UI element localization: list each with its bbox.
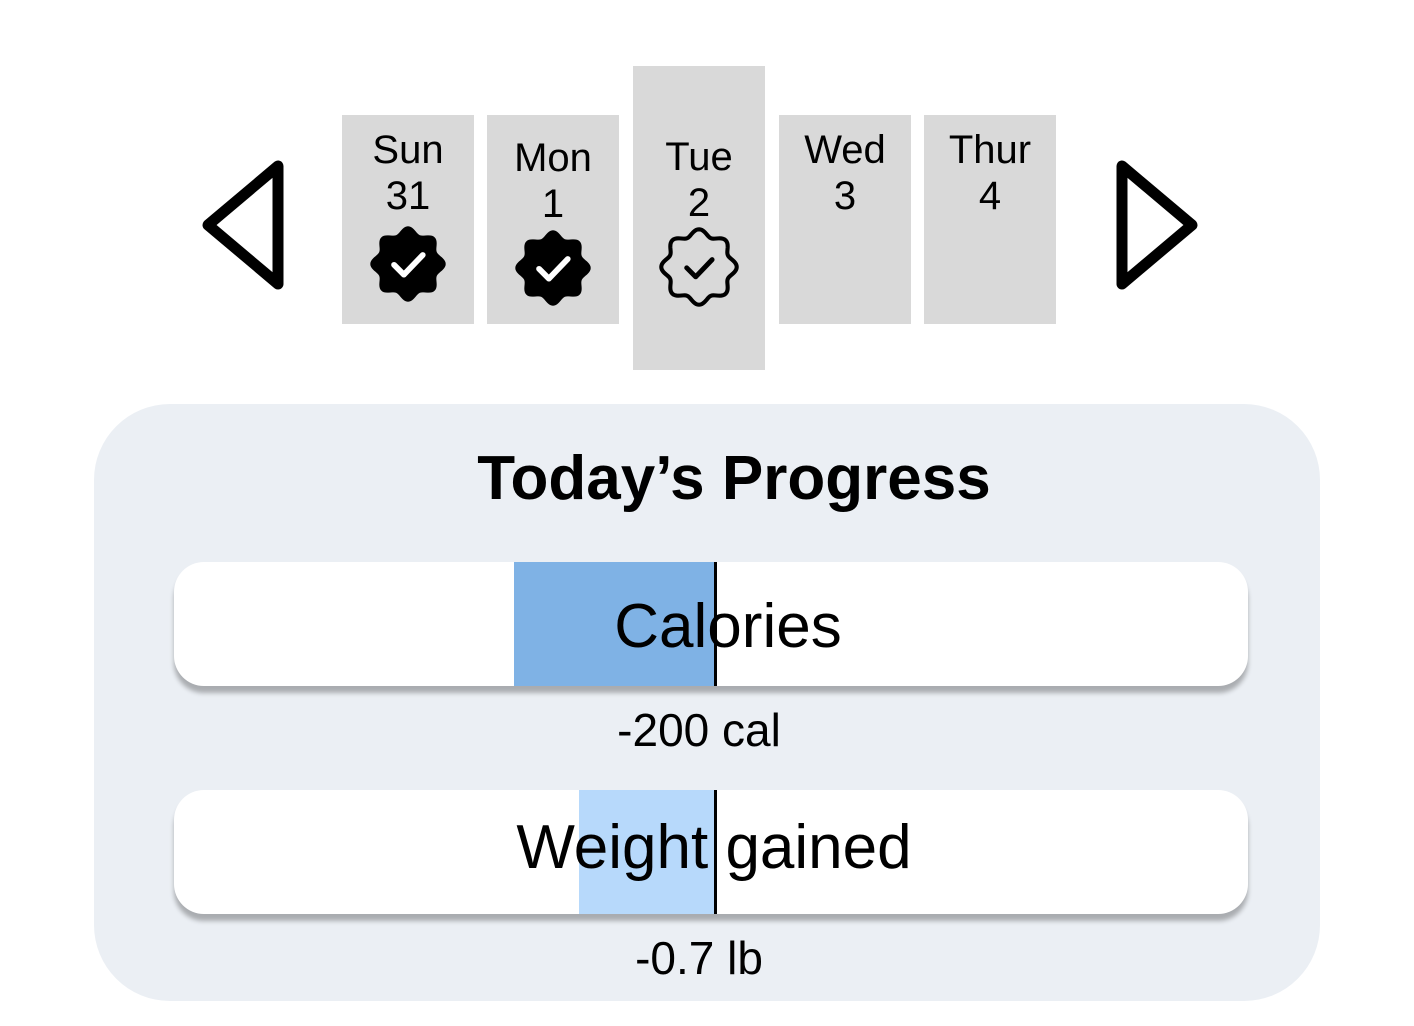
day-date: 3 — [833, 174, 857, 218]
calories-bar-label: Calories — [614, 592, 842, 661]
day-card-sun[interactable]: Sun 31 — [342, 115, 474, 324]
day-card-tue-selected[interactable]: Tue 2 — [633, 66, 765, 370]
day-card-wed[interactable]: Wed 3 — [779, 115, 911, 324]
weight-bar-label: Weight gained — [516, 813, 912, 882]
verified-badge-filled-icon — [367, 223, 449, 305]
day-date: 4 — [978, 174, 1002, 218]
triangle-right-icon — [1116, 160, 1198, 290]
day-name: Mon — [514, 136, 592, 180]
day-date: 1 — [541, 182, 565, 226]
todays-progress-panel: Today’s Progress Calories -200 cal Weigh… — [94, 404, 1320, 1001]
calories-progress-bar: Calories — [174, 562, 1248, 686]
day-date: 2 — [687, 181, 711, 225]
weight-value: -0.7 lb — [635, 932, 763, 984]
weight-progress-bar: Weight gained — [174, 790, 1248, 914]
verified-badge-outline-icon — [658, 226, 740, 308]
progress-title: Today’s Progress — [477, 444, 991, 513]
next-week-button[interactable] — [1114, 156, 1204, 294]
daily-tracker-screen: Sun 31 Mon 1 Tue 2 Wed 3 Thur 4 Today’s … — [0, 0, 1414, 1026]
day-name: Tue — [665, 135, 733, 179]
verified-badge-filled-icon — [512, 227, 594, 309]
day-name: Wed — [804, 128, 886, 172]
day-name: Thur — [948, 128, 1032, 172]
previous-week-button[interactable] — [196, 156, 286, 294]
day-name: Sun — [372, 128, 444, 172]
calories-value: -200 cal — [617, 704, 781, 756]
calories-zero-line — [714, 562, 717, 686]
triangle-left-icon — [202, 160, 284, 290]
day-card-mon[interactable]: Mon 1 — [487, 115, 619, 324]
day-date: 31 — [385, 174, 431, 218]
day-card-thur[interactable]: Thur 4 — [924, 115, 1056, 324]
weight-zero-line — [714, 790, 717, 914]
